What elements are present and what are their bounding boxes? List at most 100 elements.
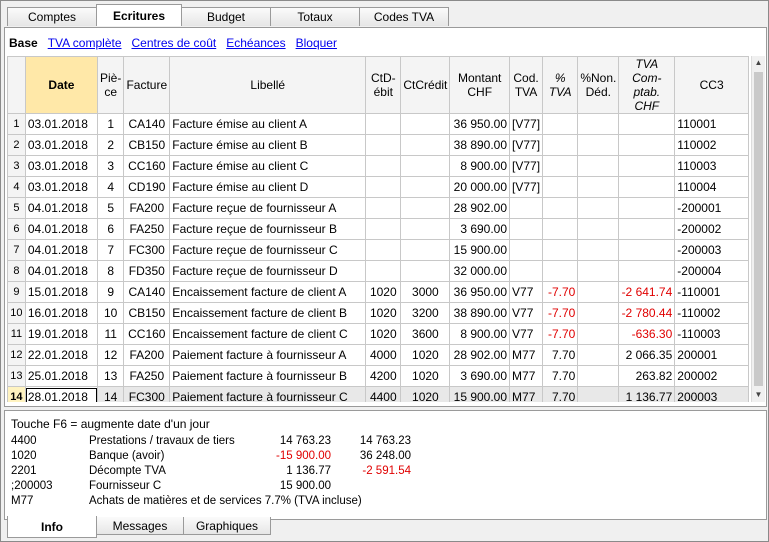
- row-date[interactable]: 04.01.2018: [24, 239, 99, 261]
- row-libelle[interactable]: Encaissement facture de client C: [169, 323, 367, 345]
- row-montant[interactable]: 36 950.00: [449, 113, 511, 135]
- row-non-ded[interactable]: [577, 155, 620, 177]
- row-cc3[interactable]: -110001: [674, 281, 749, 303]
- view-bloquer[interactable]: Bloquer: [296, 36, 337, 50]
- row-tva-comptab[interactable]: [618, 155, 676, 177]
- row-cod-tva[interactable]: [509, 197, 544, 219]
- header-montant[interactable]: Montant CHF: [449, 56, 511, 114]
- row-number[interactable]: 4: [7, 176, 26, 198]
- row-tva-comptab[interactable]: 1 136.77: [618, 386, 676, 402]
- table-row[interactable]: 11 19.01.2018 11 CC160 Encaissement facture …: [7, 323, 749, 345]
- row-number[interactable]: 3: [7, 155, 26, 177]
- table-row[interactable]: 13 25.01.2018 13 FA250 Paiement facture à fo…: [7, 365, 749, 387]
- tab-graphiques[interactable]: Graphiques: [183, 517, 271, 535]
- table-row[interactable]: 1 03.01.2018 1 CA140 Facture émise au client…: [7, 113, 749, 135]
- table-row[interactable]: 10 16.01.2018 10 CB150 Encaissement facture …: [7, 302, 749, 324]
- row-ct-credit[interactable]: 1020: [400, 365, 451, 387]
- row-ct-debit[interactable]: [365, 134, 402, 156]
- row-pct-tva[interactable]: [542, 197, 579, 219]
- vertical-scrollbar[interactable]: ▲ ▼: [751, 56, 765, 402]
- row-cod-tva[interactable]: [V77]: [509, 155, 544, 177]
- row-date[interactable]: 25.01.2018: [24, 365, 99, 387]
- row-cod-tva[interactable]: M77: [509, 344, 544, 366]
- row-pct-tva[interactable]: -7.70: [542, 281, 579, 303]
- row-cod-tva[interactable]: [V77]: [509, 113, 544, 135]
- row-montant[interactable]: 20 000.00: [449, 176, 511, 198]
- row-tva-comptab[interactable]: -2 641.74: [618, 281, 676, 303]
- row-piece[interactable]: 12: [96, 344, 125, 366]
- row-cod-tva[interactable]: V77: [509, 323, 544, 345]
- row-tva-comptab[interactable]: 2 066.35: [618, 344, 676, 366]
- row-piece[interactable]: 8: [96, 260, 125, 282]
- row-libelle[interactable]: Paiement facture à fournisseur A: [169, 344, 367, 366]
- row-cc3[interactable]: -200001: [674, 197, 749, 219]
- row-facture[interactable]: CA140: [123, 113, 171, 135]
- row-cod-tva[interactable]: V77: [509, 281, 544, 303]
- table-row[interactable]: 3 03.01.2018 3 CC160 Facture émise au client…: [7, 155, 749, 177]
- row-facture[interactable]: CA140: [123, 281, 171, 303]
- header-non-ded[interactable]: %Non. Déd.: [577, 56, 620, 114]
- row-date[interactable]: 28.01.2018: [24, 386, 99, 402]
- row-montant[interactable]: 28 902.00: [449, 344, 511, 366]
- row-non-ded[interactable]: [577, 134, 620, 156]
- row-pct-tva[interactable]: [542, 260, 579, 282]
- row-number[interactable]: 2: [7, 134, 26, 156]
- header-cod-tva[interactable]: Cod. TVA: [509, 56, 544, 114]
- row-non-ded[interactable]: [577, 365, 620, 387]
- row-tva-comptab[interactable]: [618, 134, 676, 156]
- row-ct-credit[interactable]: 3200: [400, 302, 451, 324]
- row-ct-debit[interactable]: [365, 113, 402, 135]
- row-pct-tva[interactable]: [542, 176, 579, 198]
- row-tva-comptab[interactable]: [618, 113, 676, 135]
- row-ct-credit[interactable]: [400, 260, 451, 282]
- row-date[interactable]: 04.01.2018: [24, 197, 99, 219]
- row-non-ded[interactable]: [577, 176, 620, 198]
- row-ct-credit[interactable]: 1020: [400, 344, 451, 366]
- row-libelle[interactable]: Facture émise au client A: [169, 113, 367, 135]
- row-montant[interactable]: 8 900.00: [449, 155, 511, 177]
- row-date[interactable]: 03.01.2018: [24, 113, 99, 135]
- table-row[interactable]: 5 04.01.2018 5 FA200 Facture reçue de fourni…: [7, 197, 749, 219]
- row-date[interactable]: 04.01.2018: [24, 218, 99, 240]
- header-libelle[interactable]: Libellé: [169, 56, 367, 114]
- row-montant[interactable]: 28 902.00: [449, 197, 511, 219]
- row-facture[interactable]: CB150: [123, 134, 171, 156]
- row-ct-credit[interactable]: 3000: [400, 281, 451, 303]
- row-tva-comptab[interactable]: [618, 197, 676, 219]
- view-echeances[interactable]: Echéances: [226, 36, 285, 50]
- row-piece[interactable]: 11: [96, 323, 125, 345]
- table-row[interactable]: 9 15.01.2018 9 CA140 Encaissement facture de…: [7, 281, 749, 303]
- tab-info[interactable]: Info: [7, 516, 97, 538]
- row-non-ded[interactable]: [577, 386, 620, 402]
- row-ct-debit[interactable]: [365, 155, 402, 177]
- scroll-up-icon[interactable]: ▲: [752, 56, 765, 70]
- row-facture[interactable]: CB150: [123, 302, 171, 324]
- row-ct-credit[interactable]: [400, 113, 451, 135]
- table-row[interactable]: 2 03.01.2018 2 CB150 Facture émise au client…: [7, 134, 749, 156]
- row-pct-tva[interactable]: [542, 155, 579, 177]
- row-tva-comptab[interactable]: [618, 260, 676, 282]
- row-facture[interactable]: FC300: [123, 386, 171, 402]
- row-tva-comptab[interactable]: [618, 218, 676, 240]
- row-ct-credit[interactable]: [400, 155, 451, 177]
- header-ct-credit[interactable]: CtCrédit: [400, 56, 451, 114]
- row-ct-credit[interactable]: [400, 176, 451, 198]
- row-ct-credit[interactable]: [400, 218, 451, 240]
- table-row[interactable]: 8 04.01.2018 8 FD350 Facture reçue de fourni…: [7, 260, 749, 282]
- row-number[interactable]: 7: [7, 239, 26, 261]
- row-cod-tva[interactable]: [V77]: [509, 176, 544, 198]
- row-pct-tva[interactable]: -7.70: [542, 323, 579, 345]
- row-date[interactable]: 03.01.2018: [24, 134, 99, 156]
- row-date[interactable]: 19.01.2018: [24, 323, 99, 345]
- row-facture[interactable]: CC160: [123, 155, 171, 177]
- row-libelle[interactable]: Facture reçue de fournisseur D: [169, 260, 367, 282]
- row-montant[interactable]: 3 690.00: [449, 365, 511, 387]
- row-tva-comptab[interactable]: 263.82: [618, 365, 676, 387]
- row-ct-credit[interactable]: [400, 197, 451, 219]
- row-facture[interactable]: FA200: [123, 197, 171, 219]
- table-row[interactable]: 14 28.01.2018 14 FC300 Paiement facture à fo…: [7, 386, 749, 402]
- row-ct-debit[interactable]: [365, 197, 402, 219]
- row-cod-tva[interactable]: M77: [509, 386, 544, 402]
- row-facture[interactable]: FA250: [123, 218, 171, 240]
- row-ct-debit[interactable]: 1020: [365, 302, 402, 324]
